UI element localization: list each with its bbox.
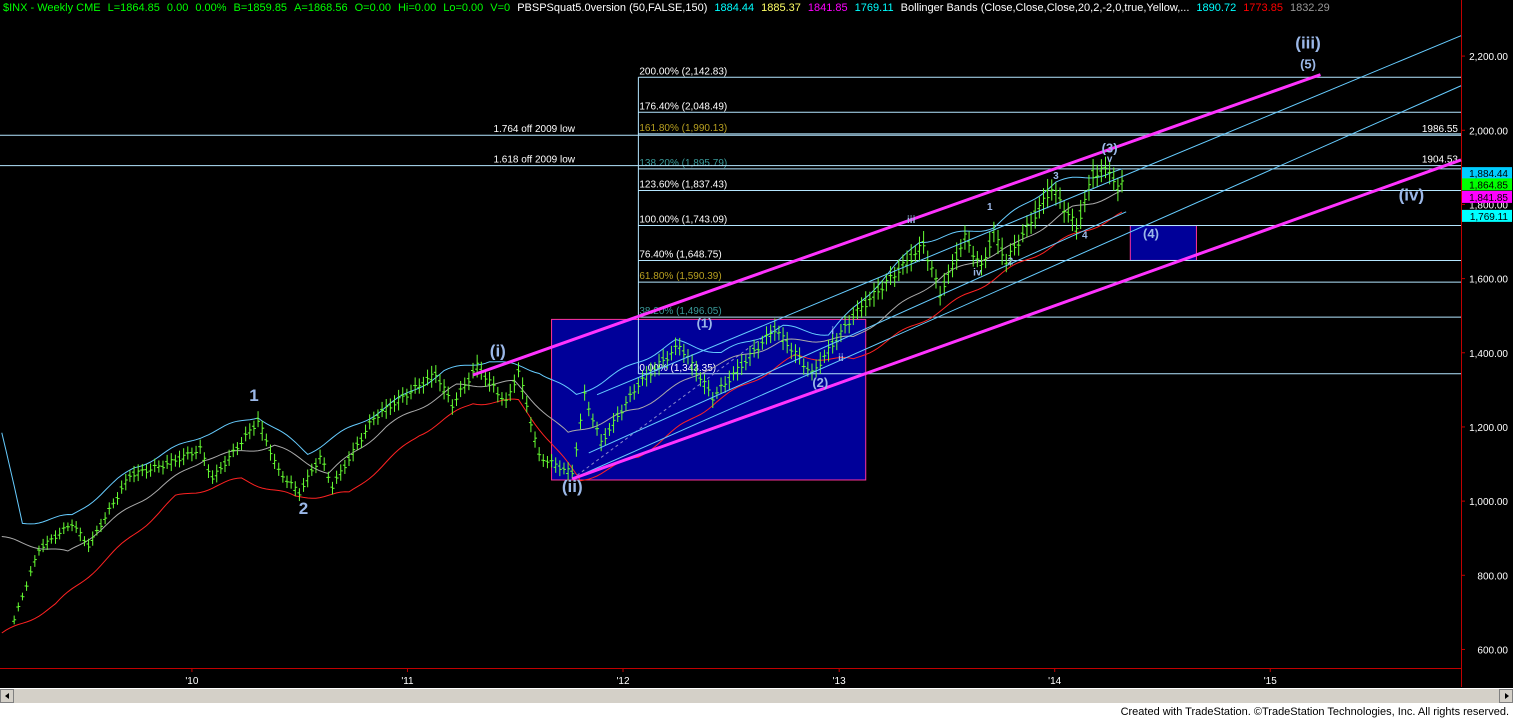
header-item: 1769.11 (854, 2, 894, 14)
header-item: V=0 (490, 2, 511, 14)
x-tick-label: '10 (185, 676, 198, 687)
elliott-channel-line (472, 73, 1321, 377)
wave-2-zone-box (551, 318, 867, 481)
fib-label: 138.20% (1,895.79) (639, 158, 727, 169)
header-item: 0.00% (195, 2, 227, 14)
scroll-thumb[interactable] (15, 690, 1497, 701)
header-item: Hi=0.00 (397, 2, 437, 14)
copyright-footer: Created with TradeStation. ©TradeStation… (0, 703, 1513, 720)
extension-label: 1.618 off 2009 low (493, 155, 575, 166)
fib-label: 61.80% (1,590.39) (639, 271, 721, 282)
header-item: 0.00 (166, 2, 189, 14)
x-tick-label: '12 (616, 676, 629, 687)
header-item: A=1868.56 (294, 2, 348, 14)
y-tick-label: 600.00 (1477, 645, 1508, 656)
fib-label: 76.40% (1,648.75) (639, 250, 721, 261)
y-tick-label: 1,600.00 (1469, 275, 1508, 286)
wave-label: (5) (1300, 57, 1316, 72)
price-tag: 1,884.44 (1462, 167, 1512, 180)
header-item: 1890.72 (1196, 2, 1237, 14)
header-item: 1885.37 (761, 2, 801, 14)
wave-label: (iv) (1399, 186, 1425, 205)
y-tick-label: 800.00 (1477, 571, 1508, 582)
wave-label: (3) (1102, 141, 1118, 156)
wave-label: i (831, 326, 834, 337)
wave-label: iv (973, 268, 982, 279)
price-tag: 1,864.85 (1462, 178, 1512, 191)
y-tick-label: 2,200.00 (1469, 52, 1508, 63)
scroll-right-arrow-icon[interactable] (1499, 689, 1513, 703)
wave-label: (1) (697, 316, 713, 331)
header-item: 1832.29 (1289, 2, 1330, 14)
chart-canvas: 600.00 800.00 1,000.00 1,200.00 1,400.00 1,60… (0, 0, 1513, 688)
price-tag-label: 1,769.11 (1470, 212, 1509, 223)
chart-header: $INX - Weekly CME L=1864.85 0.00 0.00% B=185… (3, 2, 1337, 18)
header-item: 1841.85 (807, 2, 848, 14)
price-tag-label: 1,841.85 (1469, 193, 1508, 204)
header-item: 1884.44 (714, 2, 755, 14)
header-item: B=1859.85 (233, 2, 288, 14)
y-tick-label: 2,000.00 (1469, 126, 1508, 137)
y-tick-label: 1,400.00 (1469, 349, 1508, 360)
wave-label: iii (907, 215, 916, 226)
wave-label: (ii) (562, 477, 583, 496)
wave-label: 1 (987, 202, 993, 213)
wave-label: 2 (299, 499, 308, 518)
time-scrollbar[interactable] (0, 688, 1513, 704)
extension-value: 1986.55 (1422, 124, 1459, 135)
wave-label: ii (838, 353, 844, 364)
fib-label: 200.00% (2,142.83) (639, 66, 727, 77)
price-axis-panel (1461, 0, 1513, 688)
wave-label: 2 (1008, 257, 1014, 268)
header-item: Bollinger Bands (Close,Close,Close,20,2,… (900, 2, 1190, 14)
wave-label: (iii) (1295, 34, 1321, 53)
scroll-left-arrow-icon[interactable] (0, 689, 14, 703)
extension-label: 1.764 off 2009 low (493, 124, 575, 135)
wave-label: (4) (1143, 226, 1159, 241)
header-item: O=0.00 (354, 2, 391, 14)
header-item: $INX - Weekly CME (3, 2, 101, 14)
fib-label: 123.60% (1,837.43) (639, 180, 727, 191)
x-tick-label: '11 (401, 676, 414, 687)
wave-label: 4 (1082, 231, 1088, 242)
wave-label: (2) (812, 375, 828, 390)
copyright-text: Created with TradeStation. ©TradeStation… (1120, 706, 1509, 718)
header-item: PBSPSquat5.0version (50,FALSE,150) (517, 2, 708, 14)
price-tag: 1,841.85 (1462, 190, 1512, 204)
fib-label: 161.80% (1,990.13) (639, 123, 727, 134)
wave-4-target-box (1129, 225, 1197, 261)
wave-label: 3 (1053, 171, 1059, 182)
fib-label: 100.00% (1,743.09) (639, 215, 727, 226)
wave-label: (i) (490, 341, 506, 360)
x-tick-label: '14 (1048, 676, 1061, 687)
x-tick-label: '13 (833, 676, 846, 687)
y-tick-label: 1,000.00 (1469, 497, 1508, 508)
wave-label: 1 (249, 386, 258, 405)
header-item: Lo=0.00 (443, 2, 484, 14)
x-tick-label: '15 (1264, 676, 1277, 687)
y-tick-label: 1,200.00 (1469, 423, 1508, 434)
price-tag-label: 1,864.85 (1469, 180, 1508, 191)
header-item: L=1864.85 (107, 2, 160, 14)
header-item: 1773.85 (1243, 2, 1283, 14)
price-tag: 1,769.11 (1462, 209, 1512, 223)
fib-label: 176.40% (2,048.49) (639, 101, 727, 112)
